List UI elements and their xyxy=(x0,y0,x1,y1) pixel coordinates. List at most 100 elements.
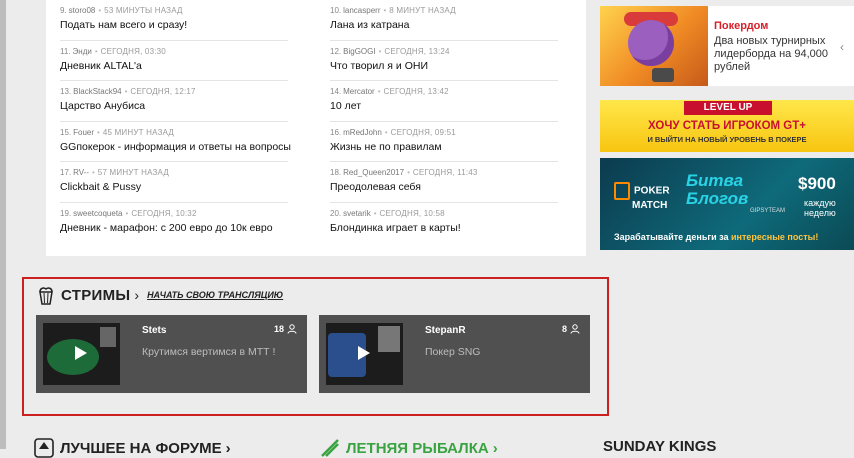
entry-author[interactable]: sweetcoqueta xyxy=(73,209,122,218)
viewer-count: 8 xyxy=(562,324,580,334)
list-item: 14. Mercator • сегодня, 13:42 10 лет xyxy=(330,81,558,122)
level-up-ad-banner[interactable]: LEVEL UP ХОЧУ СТАТЬ ИГРОКОМ GT+ И ВЫЙТИ … xyxy=(600,100,854,152)
streams-section: СТРИМЫ › Начать свою трансляцию Stets 18… xyxy=(22,277,609,416)
entry-title-link[interactable]: Дневник ALTAL'a xyxy=(60,60,288,73)
entry-number: 17. xyxy=(60,168,72,177)
blog-battle-ad-banner[interactable]: POKER MATCH Битва Блогов GIPSYTEAM $900 ка… xyxy=(600,158,854,250)
entry-author[interactable]: storo08 xyxy=(69,6,96,15)
fishing-icon xyxy=(321,439,339,457)
entry-time: сегодня, 12:17 xyxy=(130,87,196,96)
entry-title-link[interactable]: Блондинка играет в карты! xyxy=(330,222,558,235)
chevron-right-icon[interactable]: › xyxy=(134,287,139,303)
prize-amount: $900 xyxy=(798,174,836,193)
entry-title-link[interactable]: Лана из катрана xyxy=(330,19,558,32)
list-item: 10. lancasperr • 8 минут назад Лана из катр… xyxy=(330,0,558,41)
entry-author[interactable]: Red_Queen2017 xyxy=(343,168,404,177)
entry-number: 13. xyxy=(60,87,72,96)
entry-number: 16. xyxy=(330,127,342,137)
page-left-border xyxy=(0,0,6,449)
list-item: 20. svetarik • сегодня, 10:58 Блондинка игр… xyxy=(330,203,558,244)
list-item: 12. BigGOGI • сегодня, 13:24 Что творил я и… xyxy=(330,41,558,81)
entry-title-link[interactable]: Жизнь не по правилам xyxy=(330,141,558,154)
entry-time: сегодня, 13:24 xyxy=(384,46,450,56)
entry-number: 15. xyxy=(60,127,72,137)
pokerdom-ad-heading: Покердом xyxy=(714,20,769,32)
entry-time: сегодня, 03:30 xyxy=(100,46,166,56)
stream-card[interactable]: Stets 18 Крутимся вертимся в МТТ ! xyxy=(36,315,307,393)
list-item: 15. Fouer • 45 минут назад GGпокерок - инфо… xyxy=(60,122,291,162)
entry-author[interactable]: BlackStack94 xyxy=(73,87,121,96)
spade-icon xyxy=(34,438,54,458)
ad-collapse-icon[interactable]: ‹ xyxy=(840,40,844,54)
stream-description: Крутимся вертимся в МТТ ! xyxy=(142,346,276,358)
entry-number: 19. xyxy=(60,208,72,218)
entry-time: 53 минуты назад xyxy=(104,6,183,15)
entry-author[interactable]: lancasperr xyxy=(343,6,380,15)
entry-title-link[interactable]: Что творил я и ОНИ xyxy=(330,60,558,73)
list-item: 9. storo08 • 53 минуты назад Подать нам все… xyxy=(60,0,288,41)
streams-title[interactable]: СТРИМЫ xyxy=(61,287,130,304)
entry-number: 9. xyxy=(60,6,67,15)
popcorn-bucket-icon xyxy=(39,287,53,305)
entry-time: сегодня, 10:58 xyxy=(379,208,445,218)
pokerdom-ad-banner[interactable]: Покердом Два новых турнирных лидерборда … xyxy=(600,6,854,86)
play-icon[interactable] xyxy=(75,346,87,360)
stream-card[interactable]: StepanR 8 Покер SNG xyxy=(319,315,590,393)
user-icon xyxy=(570,324,580,334)
entry-number: 14. xyxy=(330,87,342,96)
best-on-forum-header[interactable]: ЛУЧШЕЕ НА ФОРУМЕ › xyxy=(34,438,231,458)
list-item: 16. mRedJohn • сегодня, 09:51 Жизнь не по п… xyxy=(330,122,558,162)
blog-battle-tagline: Зарабатывайте деньги за интересные посты… xyxy=(614,232,819,242)
entry-author[interactable]: svetarik xyxy=(343,209,371,218)
entry-number: 10. xyxy=(330,6,342,15)
entry-author[interactable]: Fouer xyxy=(73,128,94,137)
entry-time: сегодня, 09:51 xyxy=(390,127,456,137)
list-item: 17. RV-- • 57 минут назад Clickbait & Pussy xyxy=(60,162,288,203)
list-item: 13. BlackStack94 • сегодня, 12:17 Царство А… xyxy=(60,81,288,122)
streamer-name[interactable]: StepanR xyxy=(425,325,466,336)
viewer-count: 18 xyxy=(274,324,297,334)
entry-title-link[interactable]: Clickbait & Pussy xyxy=(60,181,288,194)
start-stream-link[interactable]: Начать свою трансляцию xyxy=(147,290,283,300)
pokerdom-character-image xyxy=(600,6,708,86)
play-icon[interactable] xyxy=(358,346,370,360)
streamer-name[interactable]: Stets xyxy=(142,325,166,336)
entry-time: сегодня, 10:32 xyxy=(131,208,197,218)
entry-author[interactable]: Энди xyxy=(73,47,92,56)
entry-author[interactable]: Mercator xyxy=(343,87,375,96)
entry-title-link[interactable]: GGпокерок - информация и ответы на вопро… xyxy=(60,141,291,154)
entry-title-link[interactable]: Подать нам всего и сразу! xyxy=(60,19,288,32)
gipsyteam-logo: GIPSYTEAM xyxy=(750,208,786,214)
entry-title-link[interactable]: Дневник - марафон: с 200 евро до 10к евр… xyxy=(60,222,288,235)
stream-thumbnail[interactable] xyxy=(43,323,120,385)
user-icon xyxy=(287,324,297,334)
stream-thumbnail[interactable] xyxy=(326,323,403,385)
entry-title-link[interactable]: 10 лет xyxy=(330,100,558,113)
entry-number: 18. xyxy=(330,168,342,177)
entry-time: 45 минут назад xyxy=(102,127,175,137)
entry-author[interactable]: mRedJohn xyxy=(343,128,382,137)
poker-match-logo: POKER MATCH xyxy=(614,182,670,211)
streams-header: СТРИМЫ › Начать свою трансляцию xyxy=(36,285,283,305)
level-up-subline: И ВЫЙТИ НА НОВЫЙ УРОВЕНЬ В ПОКЕРЕ xyxy=(647,135,807,144)
entry-number: 11. xyxy=(60,46,71,56)
entry-author[interactable]: BigGOGI xyxy=(343,47,375,56)
summer-fishing-header[interactable]: ЛЕТНЯЯ РЫБАЛКА › xyxy=(320,438,498,458)
prize-frequency: каждую неделю xyxy=(804,198,836,218)
sunday-kings-header[interactable]: SUNDAY KINGS xyxy=(603,438,716,455)
entry-title-link[interactable]: Преодолевая себя xyxy=(330,181,558,194)
entry-title-link[interactable]: Царство Анубиса xyxy=(60,100,288,113)
entry-time: 8 минут назад xyxy=(389,6,456,15)
entry-time: 57 минут назад xyxy=(97,168,169,177)
blog-column-left: 9. storo08 • 53 минуты назад Подать нам все… xyxy=(60,0,291,243)
list-item: 11. Энди • сегодня, 03:30 Дневник ALTAL'a xyxy=(60,41,288,81)
pokerdom-ad-text: Два новых турнирных лидерборда на 94,000… xyxy=(714,35,828,73)
level-up-ribbon: LEVEL UP xyxy=(684,101,772,115)
entry-number: 20. xyxy=(330,208,342,218)
blog-battle-title: Битва Блогов xyxy=(686,171,749,208)
blog-column-right: 10. lancasperr • 8 минут назад Лана из катр… xyxy=(330,0,558,243)
blog-list-card: 9. storo08 • 53 минуты назад Подать нам все… xyxy=(46,0,586,256)
entry-author[interactable]: RV-- xyxy=(73,168,89,177)
list-item: 18. Red_Queen2017 • сегодня, 11:43 Преодоле… xyxy=(330,162,558,203)
entry-time: сегодня, 13:42 xyxy=(383,87,449,96)
